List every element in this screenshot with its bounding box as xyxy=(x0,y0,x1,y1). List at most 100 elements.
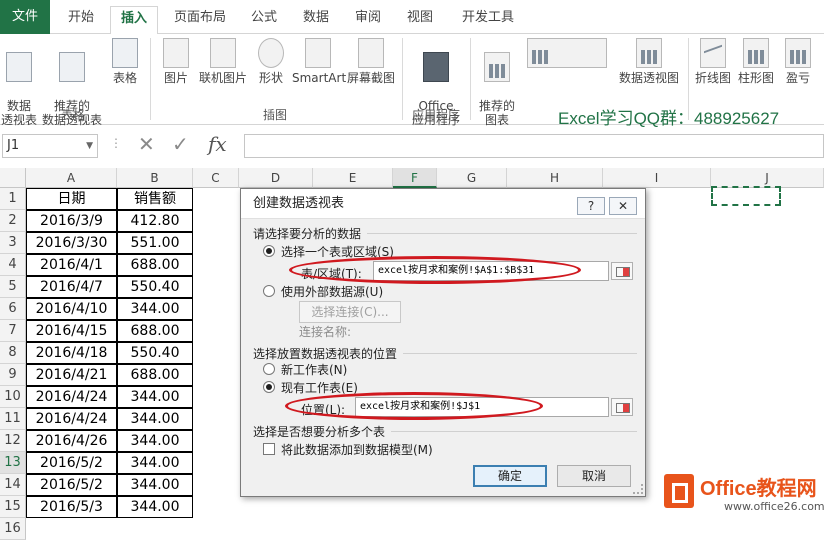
radio-select-range[interactable] xyxy=(263,245,275,257)
row-header-7[interactable]: 7 xyxy=(0,320,26,342)
name-box[interactable]: J1 ▼ xyxy=(2,134,98,158)
chart-types-gallery[interactable] xyxy=(522,38,612,71)
cancel-icon[interactable]: ✕ xyxy=(138,132,155,156)
date-cell[interactable]: 2016/4/21 xyxy=(26,364,117,386)
header-cell-b[interactable]: 销售额 xyxy=(117,188,193,210)
radio-new-worksheet-label[interactable]: 新工作表(N) xyxy=(281,361,347,378)
row-header-6[interactable]: 6 xyxy=(0,298,26,320)
tab-file[interactable]: 文件 xyxy=(0,0,50,34)
formula-bar-splitter[interactable]: ⋮ xyxy=(110,136,122,150)
header-cell-a[interactable]: 日期 xyxy=(26,188,117,210)
tab-review[interactable]: 审阅 xyxy=(346,6,390,34)
date-cell[interactable]: 2016/4/15 xyxy=(26,320,117,342)
row-header-4[interactable]: 4 xyxy=(0,254,26,276)
tab-page-layout[interactable]: 页面布局 xyxy=(166,6,234,34)
tab-home[interactable]: 开始 xyxy=(58,6,104,34)
row-header-14[interactable]: 14 xyxy=(0,474,26,496)
date-cell[interactable]: 2016/4/18 xyxy=(26,342,117,364)
row-header-9[interactable]: 9 xyxy=(0,364,26,386)
tab-view[interactable]: 视图 xyxy=(398,6,442,34)
sales-cell[interactable]: 344.00 xyxy=(117,386,193,408)
tab-formulas[interactable]: 公式 xyxy=(242,6,286,34)
range-collapse-icon[interactable] xyxy=(611,262,633,280)
date-cell[interactable]: 2016/4/24 xyxy=(26,386,117,408)
row-header-13[interactable]: 13 xyxy=(0,452,26,474)
radio-external-source-label[interactable]: 使用外部数据源(U) xyxy=(281,283,383,300)
sales-cell[interactable]: 550.40 xyxy=(117,342,193,364)
tab-insert[interactable]: 插入 xyxy=(110,6,158,35)
column-header-g[interactable]: G xyxy=(437,168,507,188)
sales-cell[interactable]: 551.00 xyxy=(117,232,193,254)
tab-data[interactable]: 数据 xyxy=(294,6,338,34)
row-header-12[interactable]: 12 xyxy=(0,430,26,452)
row-header-2[interactable]: 2 xyxy=(0,210,26,232)
sales-cell[interactable]: 344.00 xyxy=(117,430,193,452)
sales-cell[interactable]: 344.00 xyxy=(117,298,193,320)
sparkline-line-button[interactable]: 折线图 xyxy=(692,38,734,85)
row-header-11[interactable]: 11 xyxy=(0,408,26,430)
screenshot-button[interactable]: 屏幕截图 xyxy=(346,38,396,85)
row-header-8[interactable]: 8 xyxy=(0,342,26,364)
sparkline-winloss-button[interactable]: 盈亏 xyxy=(778,38,818,85)
sparkline-column-button[interactable]: 柱形图 xyxy=(736,38,776,85)
tab-developer[interactable]: 开发工具 xyxy=(452,6,524,34)
sales-cell[interactable]: 344.00 xyxy=(117,452,193,474)
column-header-c[interactable]: C xyxy=(193,168,239,188)
date-cell[interactable]: 2016/4/7 xyxy=(26,276,117,298)
row-header-10[interactable]: 10 xyxy=(0,386,26,408)
date-cell[interactable]: 2016/3/30 xyxy=(26,232,117,254)
checkbox-data-model-label[interactable]: 将此数据添加到数据模型(M) xyxy=(281,441,433,458)
help-button[interactable]: ? xyxy=(577,197,605,215)
date-cell[interactable]: 2016/4/1 xyxy=(26,254,117,276)
shapes-button[interactable]: 形状 xyxy=(254,38,288,85)
column-header-h[interactable]: H xyxy=(507,168,603,188)
pivot-chart-button[interactable]: 数据透视图 xyxy=(616,38,682,85)
date-cell[interactable]: 2016/4/26 xyxy=(26,430,117,452)
resize-grip-icon[interactable] xyxy=(633,484,643,494)
radio-new-worksheet[interactable] xyxy=(263,363,275,375)
row-header-16[interactable]: 16 xyxy=(0,518,26,540)
column-header-d[interactable]: D xyxy=(239,168,313,188)
sales-cell[interactable]: 412.80 xyxy=(117,210,193,232)
date-cell[interactable]: 2016/5/2 xyxy=(26,474,117,496)
chevron-down-icon[interactable]: ▼ xyxy=(86,135,93,157)
radio-external-source[interactable] xyxy=(263,285,275,297)
selected-cell-j1[interactable] xyxy=(711,186,781,206)
sales-cell[interactable]: 688.00 xyxy=(117,320,193,342)
sales-cell[interactable]: 688.00 xyxy=(117,254,193,276)
insert-function-icon[interactable]: fx xyxy=(208,132,227,156)
column-header-j[interactable]: J xyxy=(711,168,824,188)
enter-icon[interactable]: ✓ xyxy=(172,132,189,156)
column-header-e[interactable]: E xyxy=(313,168,393,188)
date-cell[interactable]: 2016/3/9 xyxy=(26,210,117,232)
recommended-charts-button[interactable]: 推荐的 图表 xyxy=(474,38,520,127)
row-header-15[interactable]: 15 xyxy=(0,496,26,518)
date-cell[interactable]: 2016/4/24 xyxy=(26,408,117,430)
choose-connection-button[interactable]: 选择连接(C)... xyxy=(299,301,401,323)
column-header-b[interactable]: B xyxy=(117,168,193,188)
checkbox-data-model[interactable] xyxy=(263,443,275,455)
column-header-i[interactable]: I xyxy=(603,168,711,188)
location-collapse-icon[interactable] xyxy=(611,398,633,416)
column-header-a[interactable]: A xyxy=(26,168,117,188)
ok-button[interactable]: 确定 xyxy=(473,465,547,487)
sales-cell[interactable]: 550.40 xyxy=(117,276,193,298)
close-button[interactable]: ✕ xyxy=(609,197,637,215)
date-cell[interactable]: 2016/4/10 xyxy=(26,298,117,320)
sales-cell[interactable]: 344.00 xyxy=(117,408,193,430)
row-header-1[interactable]: 1 xyxy=(0,188,26,210)
formula-input[interactable] xyxy=(244,134,824,158)
sales-cell[interactable]: 344.00 xyxy=(117,496,193,518)
smartart-button[interactable]: SmartArt xyxy=(292,38,346,85)
table-button[interactable]: 表格 xyxy=(108,38,142,85)
date-cell[interactable]: 2016/5/3 xyxy=(26,496,117,518)
date-cell[interactable]: 2016/5/2 xyxy=(26,452,117,474)
radio-existing-worksheet[interactable] xyxy=(263,381,275,393)
sales-cell[interactable]: 344.00 xyxy=(117,474,193,496)
select-all-corner[interactable] xyxy=(0,168,26,188)
sales-cell[interactable]: 688.00 xyxy=(117,364,193,386)
column-header-f[interactable]: F xyxy=(393,168,437,188)
online-picture-button[interactable]: 联机图片 xyxy=(196,38,250,85)
row-header-5[interactable]: 5 xyxy=(0,276,26,298)
cancel-button[interactable]: 取消 xyxy=(557,465,631,487)
